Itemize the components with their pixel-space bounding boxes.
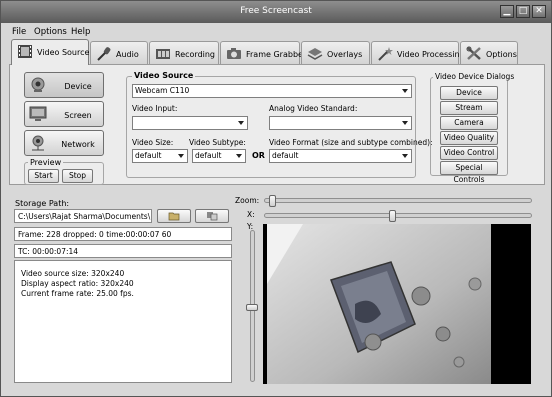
chevron-down-icon	[236, 154, 242, 158]
tab-recording[interactable]: Recording	[149, 41, 219, 64]
storage-path-label: Storage Path:	[15, 199, 70, 208]
zoom-slider-track[interactable]	[264, 198, 532, 203]
window-title: Free Screencast	[240, 6, 312, 16]
tab-audio[interactable]: Audio	[90, 41, 148, 64]
menu-file[interactable]: File	[12, 27, 26, 37]
maximize-icon: □	[518, 6, 528, 16]
film-reel-icon	[156, 49, 170, 59]
chevron-down-icon	[178, 154, 184, 158]
app-window: Free Screencast ▁ □ ✕ File Options Help …	[0, 0, 552, 397]
browse-folder-button[interactable]	[157, 209, 191, 223]
network-source-button[interactable]: Network	[24, 130, 104, 156]
webcam-icon	[31, 77, 45, 92]
video-device-dialogs-title: Video Device Dialogs	[433, 72, 517, 81]
or-label: OR	[252, 151, 265, 160]
layers-icon	[307, 48, 323, 60]
title-bar: Free Screencast ▁ □ ✕	[1, 1, 551, 23]
analog-standard-select[interactable]	[269, 116, 412, 130]
video-subtype-label: Video Subtype:	[189, 138, 246, 147]
video-subtype-select[interactable]: default	[192, 149, 246, 163]
network-label: Network	[61, 140, 95, 149]
open-folder-icon	[206, 212, 218, 223]
dialog-video-quality-button[interactable]: Video Quality	[440, 131, 498, 145]
video-size-select[interactable]: default	[132, 149, 188, 163]
info-line-size: Video source size: 320x240	[21, 269, 125, 278]
chevron-down-icon	[402, 89, 408, 93]
folder-icon	[168, 212, 180, 223]
dialog-device-button[interactable]: Device	[440, 86, 498, 100]
zoom-label: Zoom:	[235, 196, 260, 205]
menu-help[interactable]: Help	[71, 27, 90, 37]
video-device-value: Webcam C110	[135, 86, 190, 95]
dialog-special-controls-button[interactable]: Special Controls	[440, 161, 498, 184]
minimize-icon: ▁	[503, 6, 511, 16]
tab-label: Overlays	[327, 50, 363, 59]
screen-source-button[interactable]: Screen	[24, 101, 104, 127]
x-label: X:	[247, 210, 255, 219]
x-slider-thumb[interactable]	[389, 210, 397, 222]
x-slider-track[interactable]	[264, 213, 532, 218]
preview-title: Preview	[28, 158, 64, 167]
y-slider-thumb[interactable]	[246, 303, 258, 311]
info-line-framerate: Current frame rate: 25.00 fps.	[21, 289, 134, 298]
dialog-video-control-button[interactable]: Video Control	[440, 146, 498, 160]
zoom-slider-thumb[interactable]	[269, 195, 277, 207]
chevron-down-icon	[402, 154, 408, 158]
preview-start-button[interactable]: Start	[28, 169, 59, 183]
chevron-down-icon	[402, 121, 408, 125]
webcam-frame-image	[263, 224, 531, 384]
video-subtype-value: default	[195, 151, 222, 160]
tab-frame-grabber[interactable]: Frame Grabber	[220, 41, 306, 64]
video-size-label: Video Size:	[132, 138, 174, 147]
tab-label: Frame Grabber	[246, 50, 307, 59]
video-device-select[interactable]: Webcam C110	[132, 84, 412, 98]
video-format-label: Video Format (size and subtype combined)…	[269, 138, 433, 147]
screen-label: Screen	[64, 111, 92, 120]
storage-path-field[interactable]: C:\Users\Rajat Sharma\Documents\	[14, 209, 152, 223]
tab-label: Recording	[175, 50, 216, 59]
tab-overlays[interactable]: Overlays	[301, 41, 370, 64]
analog-standard-label: Analog Video Standard:	[269, 104, 358, 113]
tab-label: Video Source	[37, 48, 90, 57]
tab-video-source[interactable]: Video Source	[11, 39, 89, 65]
video-source-panel: Device Screen Network Preview Start Stop…	[9, 64, 545, 185]
network-icon	[32, 135, 44, 151]
video-input-label: Video Input:	[132, 104, 178, 113]
monitor-icon	[29, 106, 47, 121]
magic-wand-icon	[378, 47, 393, 61]
close-icon: ✕	[535, 6, 543, 16]
menu-bar: File Options Help	[1, 25, 551, 39]
tab-label: Options	[486, 50, 517, 59]
video-format-value: default	[272, 151, 299, 160]
video-info-box: Video source size: 320x240 Display aspec…	[14, 260, 232, 383]
video-size-value: default	[135, 151, 162, 160]
camera-icon	[227, 48, 241, 59]
dialog-stream-button[interactable]: Stream	[440, 101, 498, 115]
tab-label: Audio	[116, 50, 139, 59]
microphone-icon	[97, 47, 111, 61]
dialog-camera-control-button[interactable]: Camera Control	[440, 116, 498, 139]
video-preview	[263, 224, 531, 384]
tab-strip: Video Source Audio Recording Frame Grabb…	[9, 39, 545, 65]
tools-icon	[466, 46, 481, 60]
close-button[interactable]: ✕	[532, 5, 546, 18]
timecode-field: TC: 00:00:07:14	[14, 244, 232, 258]
frame-info-field: Frame: 228 dropped: 0 time:00:00:07 60	[14, 227, 232, 241]
film-icon	[18, 45, 32, 58]
device-label: Device	[64, 82, 92, 91]
video-input-select[interactable]	[132, 116, 248, 130]
video-source-title: Video Source	[132, 71, 196, 80]
menu-options[interactable]: Options	[34, 27, 67, 37]
video-format-select[interactable]: default	[269, 149, 412, 163]
maximize-button[interactable]: □	[516, 5, 530, 18]
info-line-aspect: Display aspect ratio: 320x240	[21, 279, 134, 288]
tab-video-processing[interactable]: Video Processing	[371, 41, 465, 64]
minimize-button[interactable]: ▁	[500, 5, 514, 18]
chevron-down-icon	[238, 121, 244, 125]
open-folder-button[interactable]	[195, 209, 229, 223]
preview-stop-button[interactable]: Stop	[62, 169, 93, 183]
tab-label: Video Processing	[397, 50, 465, 59]
tab-options[interactable]: Options	[460, 41, 518, 64]
device-source-button[interactable]: Device	[24, 72, 104, 98]
